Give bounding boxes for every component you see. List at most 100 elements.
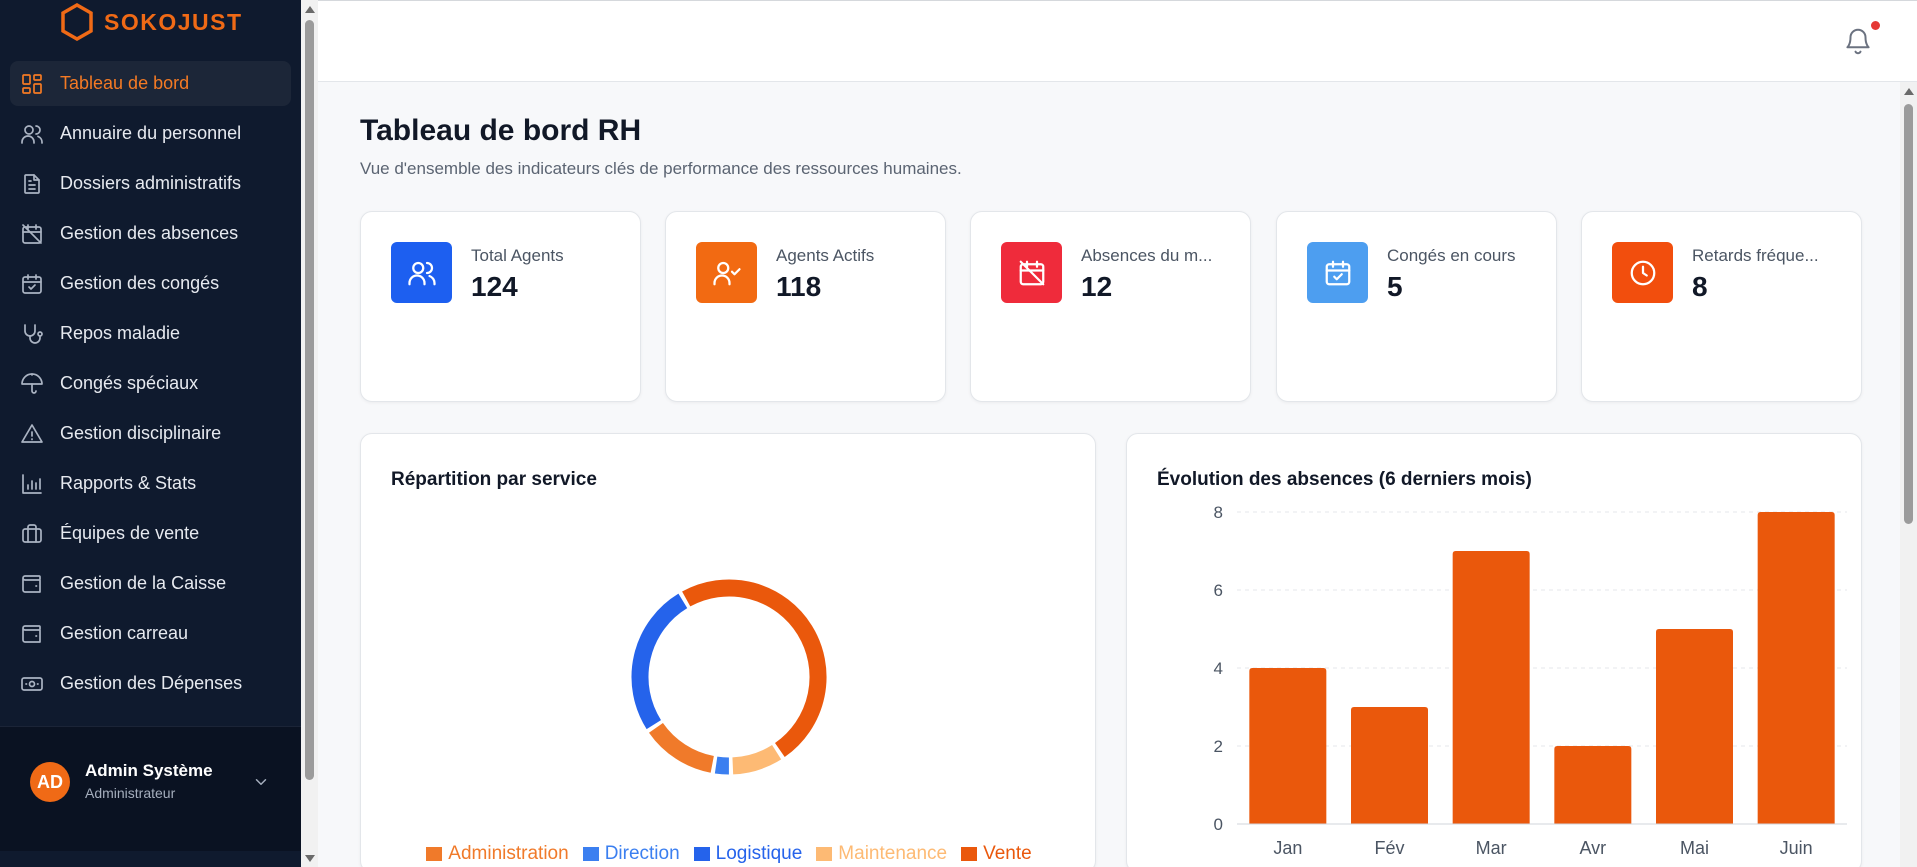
scroll-up-arrow-icon[interactable]	[305, 6, 315, 13]
bar-mar[interactable]	[1452, 551, 1530, 824]
legend-item[interactable]: Direction	[582, 843, 680, 865]
sidebar-item-label: Dossiers administratifs	[60, 173, 242, 193]
bar-mai[interactable]	[1656, 629, 1733, 824]
sidebar-item-label: Gestion des absences	[60, 223, 239, 243]
kpi-value: 8	[1692, 271, 1708, 302]
page-title: Tableau de bord RH	[360, 114, 642, 147]
wallet-icon	[20, 572, 44, 596]
sidebar-item-annuaire-du-personnel[interactable]: Annuaire du personnel	[10, 111, 291, 156]
users-icon	[391, 242, 452, 303]
calendar-off-icon	[1001, 242, 1062, 303]
warning-icon	[20, 422, 44, 446]
calendar-check-icon	[20, 272, 44, 296]
legend-label: Logistique	[715, 843, 803, 864]
bar-jan[interactable]	[1249, 668, 1327, 824]
sidebar-nav: Tableau de bord Annuaire du personnel Doss…	[10, 61, 291, 711]
file-icon	[20, 172, 44, 196]
kpi-label: Retards fréque...	[1692, 246, 1819, 265]
user-check-icon	[696, 242, 757, 303]
donut-slice-direction[interactable]	[714, 756, 730, 775]
legend-label: Maintenance	[838, 843, 948, 864]
chevron-down-icon[interactable]	[252, 773, 270, 791]
kpi-value: 118	[776, 271, 822, 302]
kpi-card[interactable]: Congés en cours 5	[1276, 211, 1557, 402]
wallet-icon	[20, 622, 44, 646]
kpi-value: 124	[471, 271, 518, 302]
kpi-label: Agents Actifs	[776, 246, 875, 265]
sidebar-item-gestion-de-la-caisse[interactable]: Gestion de la Caisse	[10, 561, 291, 606]
x-tick-label: Mai	[1680, 838, 1709, 858]
umbrella-icon	[20, 372, 44, 396]
calendar-off-icon	[20, 222, 44, 246]
bar-fév[interactable]	[1351, 707, 1428, 824]
kpi-card[interactable]: Agents Actifs 118	[665, 211, 946, 402]
users-icon	[20, 122, 44, 146]
sidebar-item-label: Tableau de bord	[60, 73, 190, 93]
kpi-card[interactable]: Absences du m... 12	[970, 211, 1251, 402]
user-menu[interactable]: AD Admin Système Administrateur	[0, 726, 301, 851]
sidebar-scrollbar[interactable]	[301, 0, 318, 867]
clock-icon	[1612, 242, 1673, 303]
bar-chart: 0 2 4 6 8 Jan Fév Mar Avr Mai Juin	[1214, 503, 1847, 858]
donut-slice-administration[interactable]	[648, 722, 715, 773]
sidebar-item-rapports-stats[interactable]: Rapports & Stats	[10, 461, 291, 506]
sidebar-item-equipes-de-vente[interactable]: Équipes de vente	[10, 511, 291, 556]
legend-item[interactable]: Maintenance	[816, 843, 947, 865]
donut-slice-maintenance[interactable]	[732, 744, 782, 775]
donut-legend: Administration Direction Logistique Mainten…	[361, 843, 1095, 865]
x-tick-label: Jan	[1273, 838, 1302, 858]
legend-item[interactable]: Logistique	[693, 843, 803, 865]
banknote-icon	[20, 672, 44, 696]
sidebar-item-conges-speciaux[interactable]: Congés spéciaux	[10, 361, 291, 406]
kpi-label: Total Agents	[471, 246, 564, 265]
bar-avr[interactable]	[1554, 746, 1632, 824]
y-tick-label: 4	[1214, 659, 1223, 678]
kpi-card[interactable]: Total Agents 124	[360, 211, 641, 402]
x-tick-label: Mar	[1476, 838, 1507, 858]
sidebar-item-label: Rapports & Stats	[60, 473, 197, 493]
donut-slice-logistique[interactable]	[631, 593, 688, 730]
sidebar-item-gestion-des-depenses[interactable]: Gestion des Dépenses	[10, 661, 291, 706]
legend-label: Administration	[448, 843, 569, 864]
kpi-label: Congés en cours	[1387, 246, 1516, 265]
legend-swatch	[961, 847, 978, 861]
sidebar-item-label: Gestion des Dépenses	[60, 673, 243, 693]
scrollbar-thumb[interactable]	[305, 20, 314, 780]
scroll-down-arrow-icon[interactable]	[305, 855, 315, 862]
sidebar-item-label: Équipes de vente	[60, 523, 200, 543]
sidebar-item-label: Gestion des congés	[60, 273, 220, 293]
scrollbar-thumb[interactable]	[1904, 104, 1913, 524]
briefcase-icon	[20, 522, 44, 546]
notification-dot	[1871, 21, 1880, 30]
avatar: AD	[30, 762, 70, 802]
sidebar-item-label: Annuaire du personnel	[60, 123, 242, 143]
logo[interactable]: SOKOJUST	[60, 2, 243, 42]
legend-item[interactable]: Vente	[961, 843, 1032, 865]
kpi-label: Absences du m...	[1081, 246, 1213, 265]
sidebar-item-gestion-disciplinaire[interactable]: Gestion disciplinaire	[10, 411, 291, 456]
y-tick-label: 0	[1214, 815, 1223, 834]
sidebar-item-tableau-de-bord[interactable]: Tableau de bord	[10, 61, 291, 106]
bar-juin[interactable]	[1757, 512, 1835, 824]
bell-icon[interactable]	[1843, 24, 1873, 58]
sidebar-item-label: Gestion carreau	[60, 623, 189, 643]
legend-swatch	[816, 847, 833, 861]
legend-label: Vente	[983, 843, 1032, 864]
sidebar-item-repos-maladie[interactable]: Repos maladie	[10, 311, 291, 356]
main-scrollbar[interactable]	[1900, 82, 1917, 867]
hexagon-logo-icon	[61, 3, 93, 41]
kpi-card[interactable]: Retards fréque... 8	[1581, 211, 1862, 402]
sidebar-item-gestion-carreau[interactable]: Gestion carreau	[10, 611, 291, 656]
legend-label: Direction	[604, 843, 680, 864]
sidebar-item-gestion-des-absences[interactable]: Gestion des absences	[10, 211, 291, 256]
scroll-up-arrow-icon[interactable]	[1904, 88, 1914, 95]
sidebar-item-label: Repos maladie	[60, 323, 181, 343]
x-tick-label: Juin	[1780, 838, 1813, 858]
sidebar-item-dossiers-administratifs[interactable]: Dossiers administratifs	[10, 161, 291, 206]
bar-chart-card: Évolution des absences (6 derniers mois)…	[1126, 433, 1862, 867]
donut-slice-vente[interactable]	[682, 579, 827, 758]
brand-name: SOKOJUST	[104, 8, 243, 35]
donut-chart	[631, 579, 827, 775]
sidebar-item-gestion-des-conges[interactable]: Gestion des congés	[10, 261, 291, 306]
legend-item[interactable]: Administration	[426, 843, 569, 865]
